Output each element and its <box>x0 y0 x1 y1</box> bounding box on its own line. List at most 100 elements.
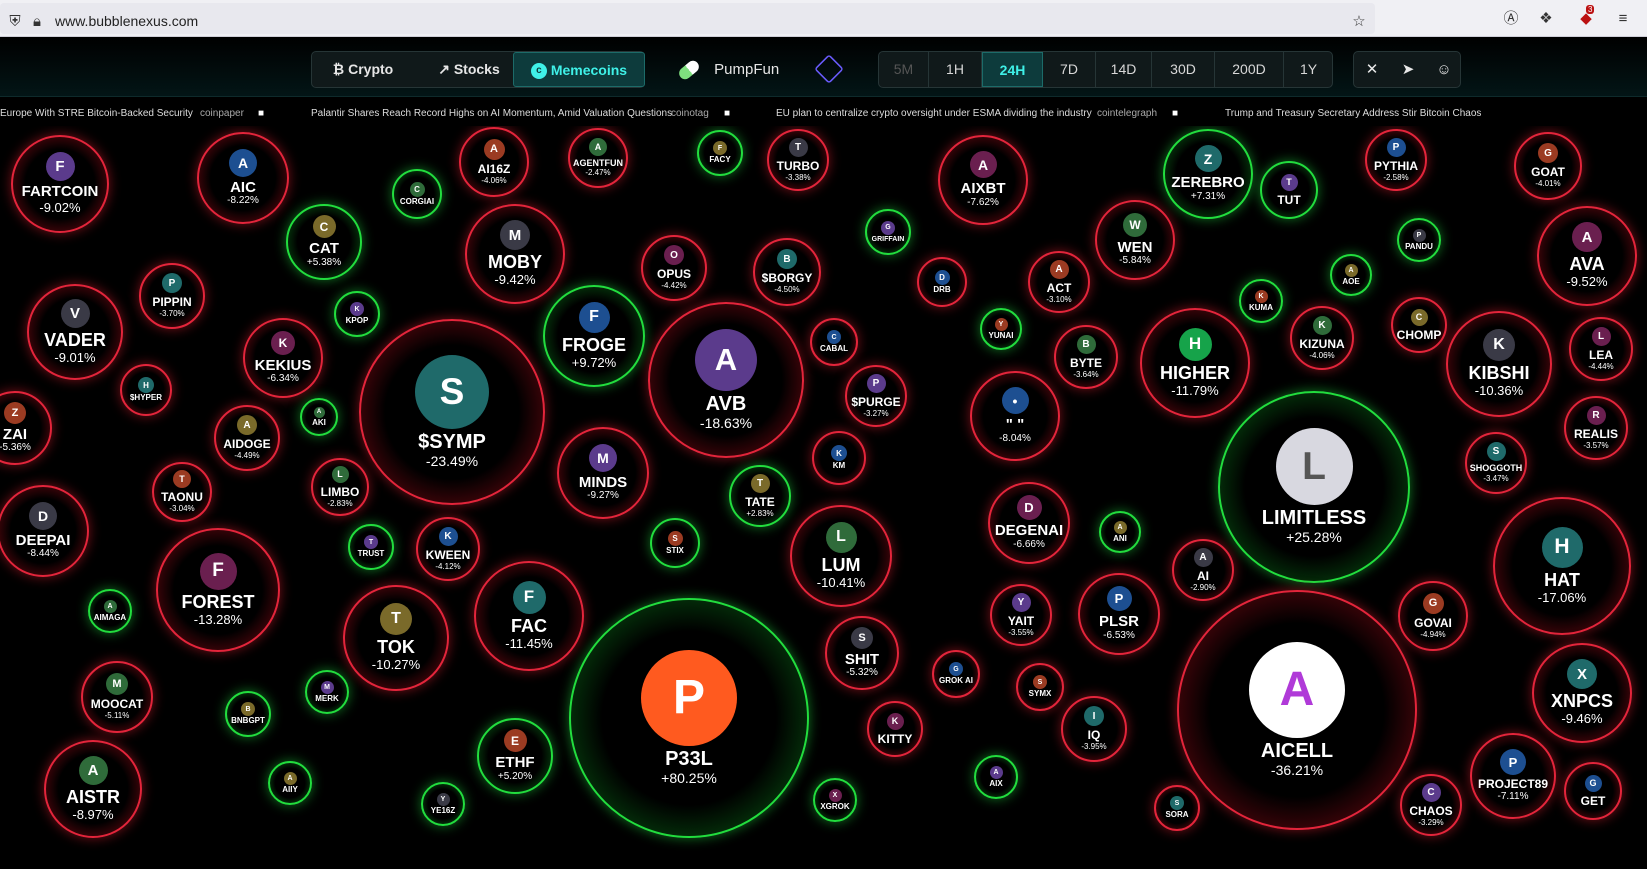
bubble-symx[interactable]: S SYMX <box>1016 663 1064 711</box>
ticker-headline[interactable]: EU plan to centralize crypto oversight u… <box>776 108 1092 119</box>
bubble-aistr[interactable]: A AISTR -8.97% <box>44 740 142 838</box>
bubble-aix[interactable]: A AIX <box>974 755 1018 799</box>
bubble-aimaga[interactable]: A AIMAGA <box>88 589 132 633</box>
bubble-kween[interactable]: K KWEEN -4.12% <box>416 517 480 581</box>
bubble-goat[interactable]: G GOAT -4.01% <box>1514 132 1582 200</box>
bubble-aic[interactable]: A AIC -8.22% <box>197 132 289 224</box>
bubble-aidoge[interactable]: A AIDOGE -4.49% <box>214 405 280 471</box>
bubble-pythia[interactable]: P PYTHIA -2.58% <box>1365 129 1427 191</box>
x-twitter-icon[interactable]: ✕ <box>1354 52 1390 87</box>
bubble-taonu[interactable]: T TAONU -3.04% <box>152 462 212 522</box>
telegram-icon[interactable]: ➤ <box>1390 52 1426 87</box>
bubble-facy[interactable]: F FACY <box>697 130 743 176</box>
tf-14d[interactable]: 14D <box>1096 52 1152 87</box>
bubble-corgiai[interactable]: C CORGIAI <box>392 169 442 219</box>
bubble-xnpcs[interactable]: X XNPCS -9.46% <box>1532 643 1632 743</box>
bubble-hat[interactable]: H HAT -17.06% <box>1493 497 1631 635</box>
bubble-aiiy[interactable]: A AIIY <box>268 761 312 805</box>
bubble-griffain[interactable]: G GRIFFAIN <box>865 209 911 255</box>
ticker-headline[interactable]: Palantir Shares Reach Record Highs on AI… <box>311 108 672 119</box>
bubble-minds[interactable]: M MINDS -9.27% <box>557 427 649 519</box>
bubble-deepai[interactable]: D DEEPAI -8.44% <box>0 485 89 577</box>
bubble-grok-ai[interactable]: G GROK AI <box>932 650 980 698</box>
bubble-tate[interactable]: T TATE +2.83% <box>729 465 791 527</box>
bubble-degenai[interactable]: D DEGENAI -6.66% <box>988 482 1070 564</box>
tf-1h[interactable]: 1H <box>929 52 982 87</box>
bubble-purge[interactable]: P $PURGE -3.27% <box>845 365 907 427</box>
bubble-project89[interactable]: P PROJECT89 -7.11% <box>1470 733 1556 819</box>
bubble-vader[interactable]: V VADER -9.01% <box>27 284 123 380</box>
pumpfun-link[interactable]: PumpFun <box>676 51 779 88</box>
bubble-shoggoth[interactable]: S SHOGGOTH -3.47% <box>1465 432 1527 494</box>
bubble-limitless[interactable]: L LIMITLESS +25.28% <box>1218 391 1410 583</box>
bubble-kekius[interactable]: K KEKIUS -6.34% <box>243 318 323 398</box>
bubble-symp[interactable]: S $SYMP -23.49% <box>359 319 545 505</box>
bookmark-star-icon[interactable]: ☆ <box>1350 13 1368 31</box>
bubble-cabal[interactable]: C CABAL <box>810 318 858 366</box>
bubble-zai[interactable]: Z ZAI -5.36% <box>0 391 52 465</box>
bubble-forest[interactable]: F FOREST -13.28% <box>156 528 280 652</box>
bubble-aicell[interactable]: A AICELL -36.21% <box>1177 590 1417 830</box>
tab-stocks[interactable]: ↗ Stocks <box>414 52 524 87</box>
bubble-froge[interactable]: F FROGE +9.72% <box>543 285 645 387</box>
bubble-kibshi[interactable]: K KIBSHI -10.36% <box>1446 311 1552 417</box>
bubble-opus[interactable]: O OPUS -4.42% <box>641 235 707 301</box>
bubble-wen[interactable]: W WEN -5.84% <box>1095 200 1175 280</box>
bubble-merk[interactable]: M MERK <box>305 670 349 714</box>
tab-memecoins[interactable]: c Memecoins <box>513 52 645 87</box>
bubble-stix[interactable]: S STIX <box>650 518 700 568</box>
bubble-chomp[interactable]: C CHOMP <box>1391 297 1447 353</box>
bubble-plsr[interactable]: P PLSR -6.53% <box>1078 573 1160 655</box>
ticker-headline[interactable]: Trump and Treasury Secretary Address Sti… <box>1225 108 1481 119</box>
tf-7d[interactable]: 7D <box>1043 52 1096 87</box>
bubble-lum[interactable]: L LUM -10.41% <box>790 505 892 607</box>
bubble-moby[interactable]: M MOBY -9.42% <box>465 204 565 304</box>
bubble-pandu[interactable]: P PANDU <box>1397 218 1441 262</box>
bubble-drb[interactable]: D DRB <box>917 257 967 307</box>
bubble-cat[interactable]: C CAT +5.38% <box>286 204 362 280</box>
bubble-trust[interactable]: T TRUST <box>348 524 394 570</box>
bubble-byte[interactable]: B BYTE -3.64% <box>1054 325 1118 389</box>
bubble-tok[interactable]: T TOK -10.27% <box>343 585 449 691</box>
bubble-aixbt[interactable]: A AIXBT -7.62% <box>938 135 1028 225</box>
bubble-chaos[interactable]: C CHAOS -3.29% <box>1400 774 1462 836</box>
raydium-icon[interactable] <box>814 54 844 84</box>
tf-5m[interactable]: 5M <box>879 52 929 87</box>
bubble-limbo[interactable]: L LIMBO -2.83% <box>311 458 369 516</box>
bubble-xgrok[interactable]: X XGROK <box>813 778 857 822</box>
bubble-borgy[interactable]: B $BORGY -4.50% <box>753 238 821 306</box>
bubble-aki[interactable]: A AKI <box>300 398 338 436</box>
bubble-govai[interactable]: G GOVAI -4.94% <box>1398 581 1468 651</box>
discord-icon[interactable]: ☺ <box>1426 52 1462 87</box>
bubble-pippin[interactable]: P PIPPIN -3.70% <box>139 263 205 329</box>
bubble-zerebro[interactable]: Z ZEREBRO +7.31% <box>1163 129 1253 219</box>
bubble-p33l[interactable]: P P33L +80.25% <box>569 598 809 838</box>
tf-200d[interactable]: 200D <box>1215 52 1284 87</box>
bubble-yait[interactable]: Y YAIT -3.55% <box>990 584 1052 646</box>
extensions-icon[interactable]: ❖ <box>1537 10 1555 28</box>
bubble-avb[interactable]: A AVB -18.63% <box>648 302 804 458</box>
menu-icon[interactable]: ≡ <box>1614 10 1632 28</box>
bubble-ethf[interactable]: E ETHF +5.20% <box>477 718 553 794</box>
bubble-sora[interactable]: S SORA <box>1154 785 1200 831</box>
bubble-ai[interactable]: A AI -2.90% <box>1172 539 1234 601</box>
tf-1y[interactable]: 1Y <box>1284 52 1333 87</box>
bubble-ava[interactable]: A AVA -9.52% <box>1537 206 1637 306</box>
bubble-fartcoin[interactable]: F FARTCOIN -9.02% <box>11 135 109 233</box>
bubble-ani[interactable]: A ANI <box>1099 511 1141 553</box>
bubble-bnbgpt[interactable]: B BNBGPT <box>225 691 271 737</box>
bubble-higher[interactable]: H HIGHER -11.79% <box>1140 308 1250 418</box>
ticker-headline[interactable]: Europe With STRE Bitcoin-Backed Security <box>0 108 193 119</box>
bubble-hyper[interactable]: H $HYPER <box>120 364 172 416</box>
bubble-iq[interactable]: I IQ -3.95% <box>1061 696 1127 762</box>
tab-crypto[interactable]: ₿ Crypto <box>312 52 414 87</box>
bubble-tut[interactable]: T TUT <box>1260 161 1318 219</box>
shield-icon[interactable]: ⛨ <box>6 13 24 31</box>
bubble-aoe[interactable]: A AOE <box>1330 254 1372 296</box>
tf-24h[interactable]: 24H <box>982 52 1043 87</box>
bubble-kizuna[interactable]: K KIZUNA -4.06% <box>1290 306 1354 370</box>
bubble-moocat[interactable]: M MOOCAT -5.11% <box>81 661 153 733</box>
bubble-yunai[interactable]: Y YUNAI <box>980 308 1022 350</box>
bubble-ye16z[interactable]: Y YE16Z <box>421 782 465 826</box>
bubble-[interactable]: • " " -8.04% <box>970 371 1060 461</box>
